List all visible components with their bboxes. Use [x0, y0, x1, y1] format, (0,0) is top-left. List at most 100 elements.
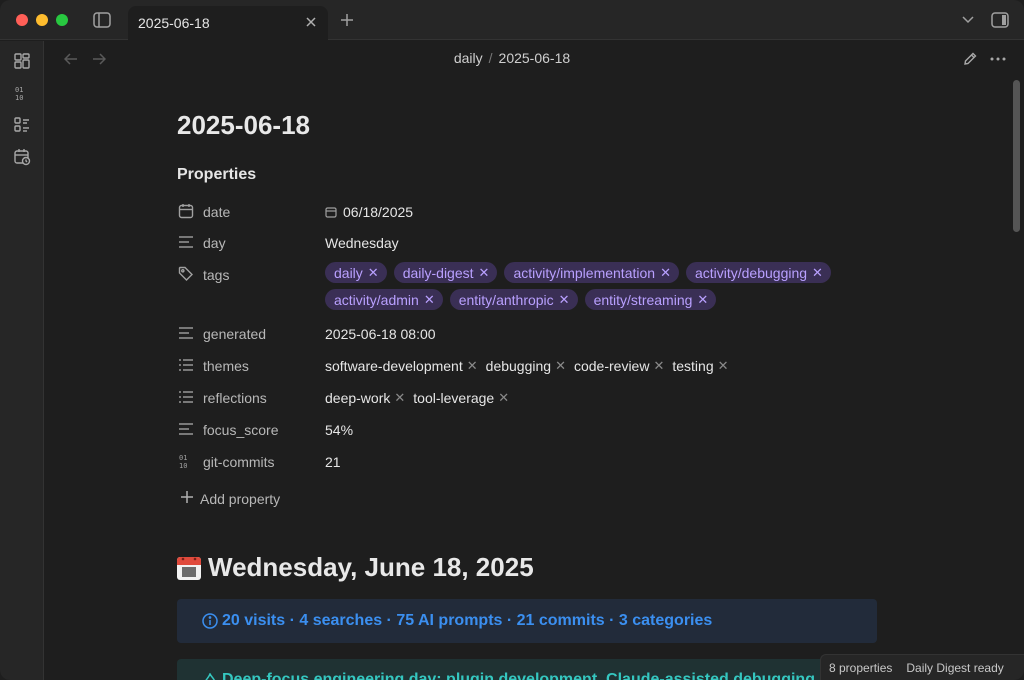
binary-icon: 01 10 — [177, 452, 195, 470]
text-lines-icon — [177, 324, 195, 342]
property-key-generated[interactable]: generated — [203, 326, 266, 342]
tag-pill[interactable]: daily ✕ — [325, 262, 387, 283]
zoom-window-button[interactable] — [56, 14, 68, 26]
tag-pill[interactable]: entity/streaming ✕ — [584, 289, 717, 310]
title-bar: 2025-06-18 — [0, 0, 1024, 40]
close-icon[interactable] — [302, 13, 320, 31]
remove-item-icon[interactable]: ✕ — [394, 390, 405, 406]
tag-pill[interactable]: activity/debugging ✕ — [685, 262, 831, 283]
remove-tag-icon[interactable]: ✕ — [559, 292, 570, 308]
new-tab-icon[interactable] — [337, 10, 357, 30]
property-date: date 06/18/2025 — [177, 198, 877, 226]
breadcrumb-separator: / — [488, 50, 493, 66]
tag-pill[interactable]: daily-digest ✕ — [393, 262, 498, 283]
properties-heading[interactable]: Properties — [177, 166, 256, 184]
forward-arrow-icon[interactable] — [90, 50, 108, 68]
minimize-window-button[interactable] — [36, 14, 48, 26]
list-value-item[interactable]: testing ✕ — [672, 358, 728, 374]
list-value-item[interactable]: software-development ✕ — [325, 358, 478, 374]
property-git-commits: 01 10 git-commits 21 — [177, 448, 877, 476]
calendar-clock-icon[interactable] — [12, 147, 32, 167]
property-reflections: reflections deep-work ✕ tool-leverage ✕ — [177, 384, 877, 412]
list-value-label: testing — [672, 358, 714, 374]
property-focus-score: focus_score 54% — [177, 416, 877, 444]
note-title[interactable]: 2025-06-18 — [177, 110, 310, 141]
list-value-item[interactable]: code-review ✕ — [574, 358, 664, 374]
svg-text:10: 10 — [15, 94, 23, 102]
property-key-focus-score[interactable]: focus_score — [203, 422, 278, 438]
binary-icon[interactable]: 01 10 — [12, 83, 32, 103]
info-callout[interactable]: 20 visits · 4 searches · 75 AI prompts ·… — [177, 599, 877, 643]
property-value-git-commits[interactable]: 21 — [325, 454, 341, 470]
checklist-icon[interactable] — [12, 115, 32, 135]
left-ribbon: 01 10 — [0, 41, 44, 680]
text-lines-icon — [177, 420, 195, 438]
tag-pill[interactable]: entity/anthropic ✕ — [449, 289, 578, 310]
scrollbar-thumb[interactable] — [1013, 80, 1020, 232]
property-key-date[interactable]: date — [203, 204, 230, 220]
day-heading-text: Wednesday, June 18, 2025 — [208, 552, 534, 582]
property-value-day[interactable]: Wednesday — [325, 235, 399, 251]
list-value-label: deep-work — [325, 390, 391, 406]
property-key-day[interactable]: day — [203, 235, 226, 251]
remove-item-icon[interactable]: ✕ — [555, 358, 566, 374]
add-property-button[interactable]: Add property — [180, 488, 280, 509]
tag-pill[interactable]: activity/admin ✕ — [325, 289, 443, 310]
remove-tag-icon[interactable]: ✕ — [424, 292, 435, 308]
remove-tag-icon[interactable]: ✕ — [368, 265, 379, 281]
remove-item-icon[interactable]: ✕ — [467, 358, 478, 374]
svg-text:10: 10 — [179, 462, 187, 469]
status-daily-digest[interactable]: Daily Digest ready — [906, 661, 1003, 675]
list-value-label: software-development — [325, 358, 463, 374]
property-key-reflections[interactable]: reflections — [203, 390, 267, 406]
list-value-item[interactable]: debugging ✕ — [486, 358, 566, 374]
remove-tag-icon[interactable]: ✕ — [812, 265, 823, 281]
tag-pill[interactable]: activity/implementation ✕ — [504, 262, 679, 283]
info-callout-text: 20 visits · 4 searches · 75 AI prompts ·… — [222, 612, 713, 629]
tag-label: daily — [334, 264, 363, 281]
remove-item-icon[interactable]: ✕ — [718, 358, 729, 374]
more-options-icon[interactable] — [988, 49, 1008, 69]
property-key-tags[interactable]: tags — [203, 267, 229, 283]
property-value-reflections: deep-work ✕ tool-leverage ✕ — [325, 390, 517, 406]
info-icon — [202, 613, 218, 629]
close-window-button[interactable] — [16, 14, 28, 26]
list-value-item[interactable]: tool-leverage ✕ — [413, 390, 509, 406]
edit-pencil-icon[interactable] — [960, 49, 980, 69]
breadcrumb: daily / 2025-06-18 — [0, 50, 1024, 66]
remove-tag-icon[interactable]: ✕ — [660, 265, 671, 281]
status-properties-count[interactable]: 8 properties — [829, 661, 892, 675]
property-value-focus-score[interactable]: 54% — [325, 422, 353, 438]
tag-label: activity/debugging — [694, 264, 808, 281]
tab-active-note[interactable]: 2025-06-18 — [128, 6, 328, 40]
property-value-date[interactable]: 06/18/2025 — [325, 204, 413, 220]
breadcrumb-folder[interactable]: daily — [454, 50, 483, 66]
tab-title: 2025-06-18 — [138, 15, 210, 31]
property-themes: themes software-development ✕ debugging ✕ … — [177, 352, 877, 380]
tag-icon — [177, 265, 195, 283]
property-key-git-commits[interactable]: git-commits — [203, 454, 275, 470]
dashboard-icon[interactable] — [12, 51, 32, 71]
plus-icon — [180, 488, 194, 509]
tag-label: entity/streaming — [593, 291, 693, 308]
tip-callout-text: Deep-focus engineering day: plugin devel… — [222, 671, 815, 680]
sidebar-toggle-icon[interactable] — [92, 10, 112, 30]
day-heading[interactable]: Wednesday, June 18, 2025 — [175, 552, 534, 583]
list-value-item[interactable]: deep-work ✕ — [325, 390, 405, 406]
back-arrow-icon[interactable] — [62, 50, 80, 68]
breadcrumb-file[interactable]: 2025-06-18 — [499, 50, 571, 66]
tag-label: entity/anthropic — [458, 291, 554, 308]
remove-item-icon[interactable]: ✕ — [498, 390, 509, 406]
property-key-themes[interactable]: themes — [203, 358, 249, 374]
remove-tag-icon[interactable]: ✕ — [479, 265, 490, 281]
right-sidebar-toggle-icon[interactable] — [990, 10, 1010, 30]
remove-tag-icon[interactable]: ✕ — [697, 292, 708, 308]
chevron-down-icon[interactable] — [958, 10, 978, 30]
text-lines-icon — [177, 233, 195, 251]
tip-callout[interactable]: Deep-focus engineering day: plugin devel… — [177, 659, 877, 680]
add-property-label: Add property — [200, 490, 281, 507]
date-value: 06/18/2025 — [343, 204, 414, 220]
property-value-generated[interactable]: 2025-06-18 08:00 — [325, 326, 436, 342]
list-value-label: code-review — [573, 358, 650, 374]
remove-item-icon[interactable]: ✕ — [653, 358, 664, 374]
